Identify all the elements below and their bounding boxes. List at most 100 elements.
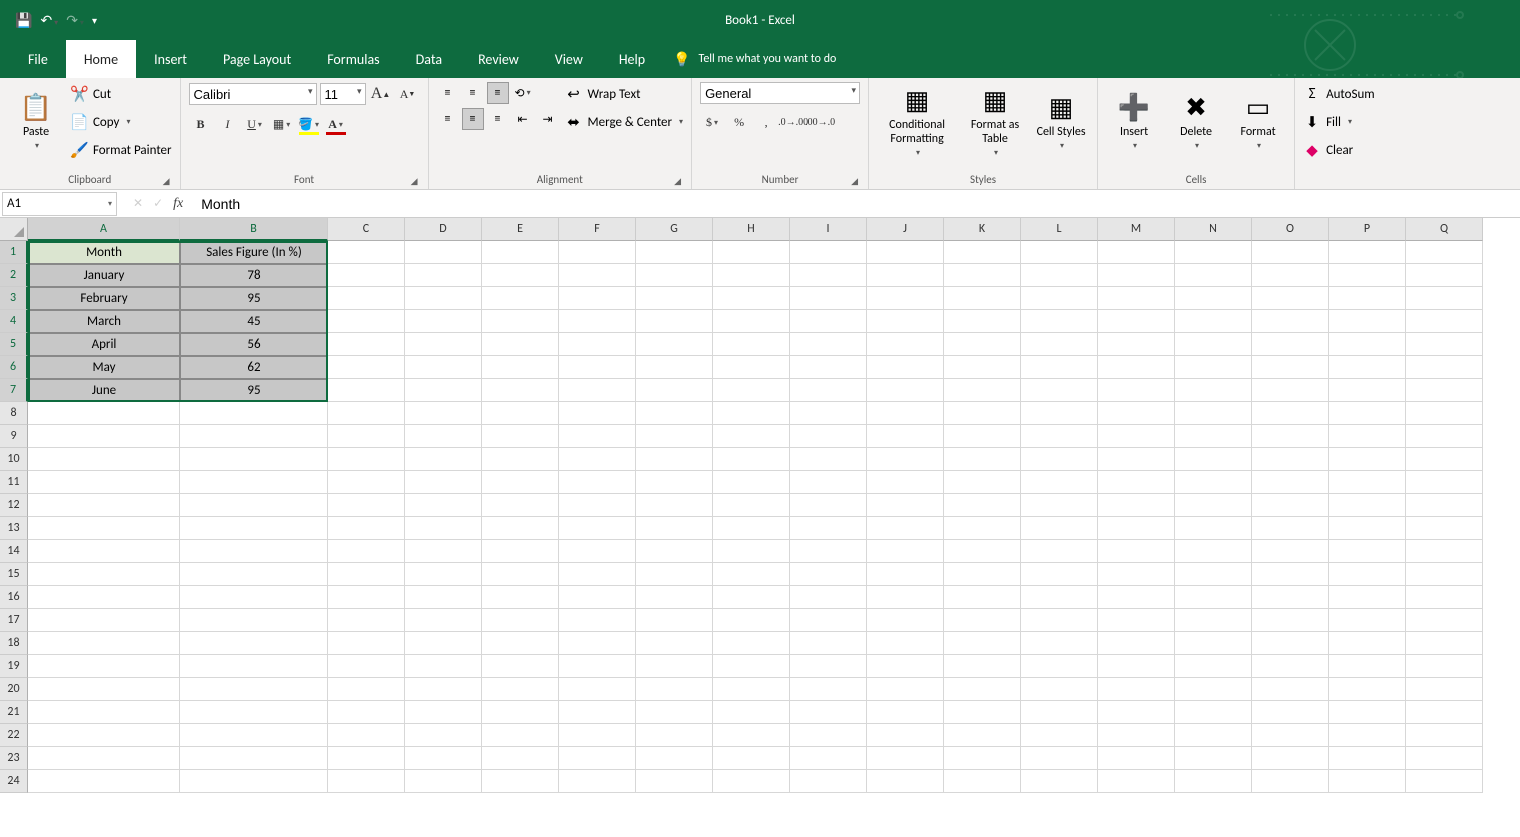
cell-H16[interactable]: [713, 586, 790, 609]
fill-color-button[interactable]: 🪣▾: [297, 112, 321, 136]
cell-H3[interactable]: [713, 287, 790, 310]
cell-A20[interactable]: [28, 678, 180, 701]
cell-E17[interactable]: [482, 609, 559, 632]
cell-H13[interactable]: [713, 517, 790, 540]
cell-O7[interactable]: [1252, 379, 1329, 402]
col-header-C[interactable]: C: [328, 218, 405, 241]
increase-font-icon[interactable]: A▲: [369, 82, 393, 106]
cell-I23[interactable]: [790, 747, 867, 770]
cell-B7[interactable]: 95: [180, 379, 328, 402]
cell-O4[interactable]: [1252, 310, 1329, 333]
cell-J19[interactable]: [867, 655, 944, 678]
cell-I22[interactable]: [790, 724, 867, 747]
cell-L19[interactable]: [1021, 655, 1098, 678]
cell-D14[interactable]: [405, 540, 482, 563]
cell-H21[interactable]: [713, 701, 790, 724]
cell-P2[interactable]: [1329, 264, 1406, 287]
cell-K11[interactable]: [944, 471, 1021, 494]
cell-E2[interactable]: [482, 264, 559, 287]
cell-Q18[interactable]: [1406, 632, 1483, 655]
cell-K19[interactable]: [944, 655, 1021, 678]
cell-B19[interactable]: [180, 655, 328, 678]
cell-B13[interactable]: [180, 517, 328, 540]
cell-B23[interactable]: [180, 747, 328, 770]
cell-C14[interactable]: [328, 540, 405, 563]
cell-D6[interactable]: [405, 356, 482, 379]
row-header-5[interactable]: 5: [0, 333, 28, 356]
align-middle-icon[interactable]: ≡: [462, 82, 484, 104]
cell-D3[interactable]: [405, 287, 482, 310]
cell-J8[interactable]: [867, 402, 944, 425]
cell-L6[interactable]: [1021, 356, 1098, 379]
cell-N21[interactable]: [1175, 701, 1252, 724]
cell-J14[interactable]: [867, 540, 944, 563]
cell-F10[interactable]: [559, 448, 636, 471]
cell-O3[interactable]: [1252, 287, 1329, 310]
cell-Q14[interactable]: [1406, 540, 1483, 563]
cell-J7[interactable]: [867, 379, 944, 402]
cell-D2[interactable]: [405, 264, 482, 287]
tab-file[interactable]: File: [10, 40, 66, 78]
cell-M14[interactable]: [1098, 540, 1175, 563]
cell-P6[interactable]: [1329, 356, 1406, 379]
align-left-icon[interactable]: ≡: [437, 108, 459, 130]
cell-H12[interactable]: [713, 494, 790, 517]
cell-P7[interactable]: [1329, 379, 1406, 402]
cell-K18[interactable]: [944, 632, 1021, 655]
cell-E12[interactable]: [482, 494, 559, 517]
cell-Q21[interactable]: [1406, 701, 1483, 724]
cell-L7[interactable]: [1021, 379, 1098, 402]
cell-E13[interactable]: [482, 517, 559, 540]
cell-J23[interactable]: [867, 747, 944, 770]
cell-A18[interactable]: [28, 632, 180, 655]
cell-P8[interactable]: [1329, 402, 1406, 425]
wrap-text-button[interactable]: ↩Wrap Text: [565, 82, 684, 106]
cell-E7[interactable]: [482, 379, 559, 402]
col-header-N[interactable]: N: [1175, 218, 1252, 241]
cell-I11[interactable]: [790, 471, 867, 494]
cell-A16[interactable]: [28, 586, 180, 609]
cell-E15[interactable]: [482, 563, 559, 586]
cell-F7[interactable]: [559, 379, 636, 402]
redo-icon[interactable]: ↷▾: [66, 12, 84, 29]
cell-H15[interactable]: [713, 563, 790, 586]
cell-M21[interactable]: [1098, 701, 1175, 724]
cell-P4[interactable]: [1329, 310, 1406, 333]
cell-N24[interactable]: [1175, 770, 1252, 793]
align-bottom-icon[interactable]: ≡: [487, 82, 509, 104]
cell-E18[interactable]: [482, 632, 559, 655]
cell-E1[interactable]: [482, 241, 559, 264]
cell-A2[interactable]: January: [28, 264, 180, 287]
enter-formula-icon[interactable]: ✓: [153, 196, 163, 211]
cell-H20[interactable]: [713, 678, 790, 701]
cell-I14[interactable]: [790, 540, 867, 563]
cell-K24[interactable]: [944, 770, 1021, 793]
cell-C8[interactable]: [328, 402, 405, 425]
row-header-6[interactable]: 6: [0, 356, 28, 379]
cell-B17[interactable]: [180, 609, 328, 632]
cell-I8[interactable]: [790, 402, 867, 425]
cell-D18[interactable]: [405, 632, 482, 655]
cell-G12[interactable]: [636, 494, 713, 517]
cell-K1[interactable]: [944, 241, 1021, 264]
underline-button[interactable]: U▾: [243, 112, 267, 136]
format-as-table-button[interactable]: ▦Format as Table▾: [963, 82, 1027, 160]
cell-F6[interactable]: [559, 356, 636, 379]
row-header-24[interactable]: 24: [0, 770, 28, 793]
cell-B16[interactable]: [180, 586, 328, 609]
cell-F14[interactable]: [559, 540, 636, 563]
cell-Q12[interactable]: [1406, 494, 1483, 517]
cell-H11[interactable]: [713, 471, 790, 494]
cell-F12[interactable]: [559, 494, 636, 517]
cell-I9[interactable]: [790, 425, 867, 448]
row-header-1[interactable]: 1: [0, 241, 28, 264]
increase-indent-icon[interactable]: ⇥: [537, 108, 559, 130]
col-header-K[interactable]: K: [944, 218, 1021, 241]
cell-G6[interactable]: [636, 356, 713, 379]
cell-D13[interactable]: [405, 517, 482, 540]
cell-G4[interactable]: [636, 310, 713, 333]
cell-A10[interactable]: [28, 448, 180, 471]
cell-Q5[interactable]: [1406, 333, 1483, 356]
cell-E19[interactable]: [482, 655, 559, 678]
cell-L20[interactable]: [1021, 678, 1098, 701]
